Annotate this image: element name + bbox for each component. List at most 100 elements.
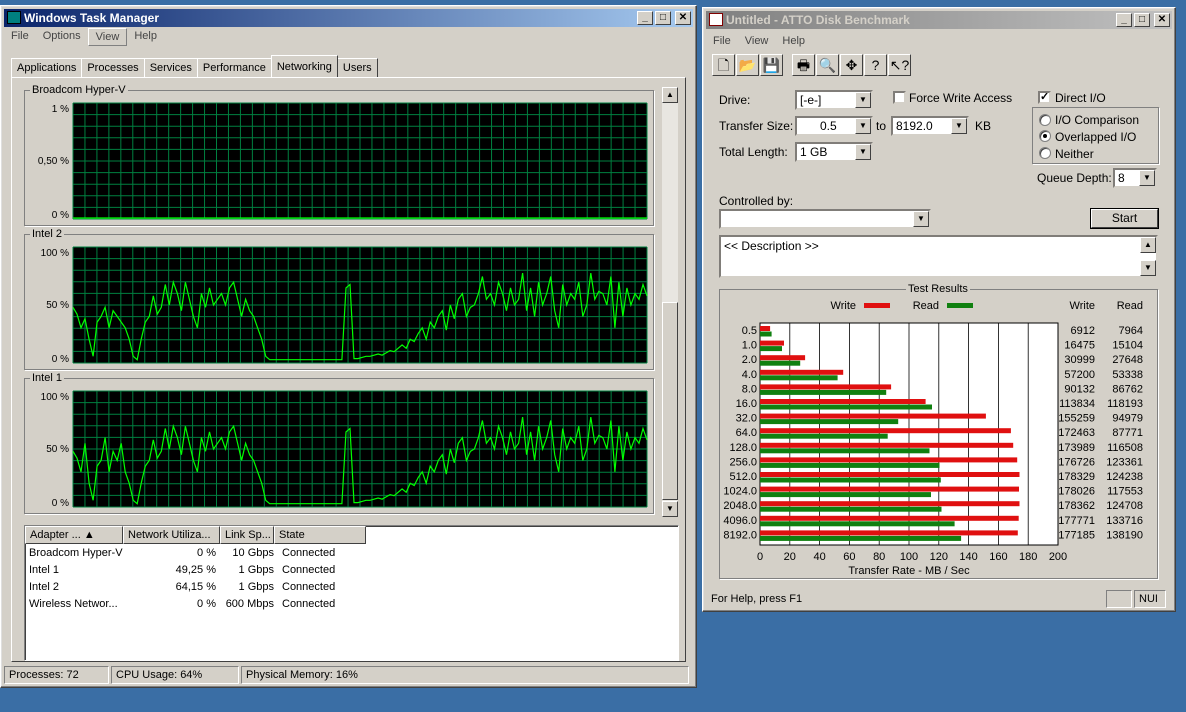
table-row[interactable]: Intel 1 49,25 % 1 Gbps Connected	[25, 561, 678, 578]
queue-depth-label: Queue Depth:	[1037, 171, 1112, 185]
column-link-speed[interactable]: Link Sp...	[220, 526, 274, 544]
force-write-checkbox[interactable]	[893, 91, 906, 104]
scroll-thumb[interactable]	[662, 302, 678, 500]
table-row[interactable]: Wireless Networ... 0 % 600 Mbps Connecte…	[25, 595, 678, 612]
graph-scrollbar[interactable]: ▲ ▼	[662, 87, 678, 517]
chevron-down-icon[interactable]: ▼	[855, 92, 871, 108]
write-value: 178329	[1058, 471, 1095, 483]
table-row[interactable]: Broadcom Hyper-V 0 % 10 Gbps Connected	[25, 544, 678, 561]
radio-neither[interactable]	[1039, 147, 1051, 159]
x-tick-label: 0	[757, 551, 763, 563]
graph-tick-label: 0 %	[52, 498, 69, 509]
controlled-by-select[interactable]: ▼	[719, 209, 931, 229]
context-help-icon[interactable]: ↖?	[888, 54, 911, 76]
chevron-down-icon[interactable]: ▼	[913, 211, 929, 227]
force-write-label[interactable]: Force Write Access	[909, 91, 1012, 105]
scroll-down-icon[interactable]: ▼	[1140, 260, 1156, 276]
minimize-icon[interactable]: _	[637, 11, 653, 25]
menu-view[interactable]: View	[87, 28, 128, 46]
queue-depth-select[interactable]: 8 ▼	[1113, 168, 1157, 188]
drive-select[interactable]: [-e-] ▼	[795, 90, 873, 110]
category-label: 32.0	[736, 413, 757, 425]
scroll-up-icon[interactable]: ▲	[1140, 237, 1156, 253]
tab-applications[interactable]: Applications	[11, 58, 83, 77]
transfer-size-from[interactable]: 0.5 ▼	[795, 116, 873, 136]
graph-label: Intel 2	[30, 228, 64, 240]
bar-read	[760, 331, 772, 337]
print-icon[interactable]: 🖶	[792, 54, 815, 76]
networking-panel: Broadcom Hyper-V 1 % 0,50 % 0 % Intel 2 10…	[11, 77, 686, 662]
queue-depth-value: 8	[1118, 171, 1125, 185]
chevron-down-icon[interactable]: ▼	[951, 118, 967, 134]
menu-help[interactable]: Help	[775, 33, 812, 51]
chevron-down-icon[interactable]: ▼	[855, 144, 871, 160]
bar-read	[760, 492, 931, 498]
menu-view[interactable]: View	[738, 33, 776, 51]
tab-users[interactable]: Users	[336, 58, 378, 77]
menu-options[interactable]: Options	[36, 28, 88, 46]
bar-read	[760, 419, 899, 425]
radio-io-comparison-label[interactable]: I/O Comparison	[1055, 113, 1139, 127]
graph-tick-label: 100 %	[41, 392, 69, 403]
radio-io-comparison[interactable]	[1039, 114, 1051, 126]
category-label: 64.0	[736, 427, 757, 439]
category-label: 8192.0	[723, 529, 757, 541]
column-utilization[interactable]: Network Utiliza...	[123, 526, 220, 544]
task-manager-title: Windows Task Manager	[24, 11, 160, 25]
cell-state: Connected	[282, 580, 336, 593]
minimize-icon[interactable]: _	[1116, 13, 1132, 27]
new-icon[interactable]: 🗋	[712, 54, 735, 76]
radio-overlapped-io-label[interactable]: Overlapped I/O	[1055, 130, 1136, 144]
description-box[interactable]: << Description >> ▲ ▼	[719, 235, 1158, 278]
save-icon[interactable]: 💾	[760, 54, 783, 76]
chevron-down-icon[interactable]: ▼	[855, 118, 871, 134]
radio-overlapped-io[interactable]	[1039, 130, 1051, 142]
radio-neither-label[interactable]: Neither	[1055, 147, 1094, 161]
cell-utilization: 0 %	[197, 546, 216, 559]
bar-write	[760, 515, 1019, 521]
tab-services[interactable]: Services	[143, 58, 198, 77]
menu-file[interactable]: File	[4, 28, 36, 46]
bar-write	[760, 486, 1019, 492]
column-state[interactable]: State	[274, 526, 366, 544]
start-button[interactable]: Start	[1091, 209, 1158, 228]
atto-titlebar[interactable]: Untitled - ATTO Disk Benchmark _ □ ✕	[706, 11, 1172, 29]
open-icon[interactable]: 📂	[736, 54, 759, 76]
column-adapter[interactable]: Adapter ... ▲	[25, 526, 123, 544]
close-icon[interactable]: ✕	[675, 11, 691, 25]
x-tick-label: 200	[1049, 551, 1067, 563]
graph-tick-label: 0 %	[52, 210, 69, 221]
help-icon[interactable]: ?	[864, 54, 887, 76]
category-label: 1.0	[742, 340, 757, 352]
adapter-list[interactable]: Adapter ... ▲ Network Utiliza... Link Sp…	[24, 525, 679, 661]
write-value: 178026	[1058, 486, 1095, 498]
maximize-icon[interactable]: □	[1134, 13, 1150, 27]
direct-io-checkbox[interactable]: ✓	[1038, 91, 1051, 104]
atto-menubar: File View Help	[706, 33, 812, 51]
bar-read	[760, 506, 942, 512]
read-value: 15104	[1112, 340, 1143, 352]
transfer-size-to[interactable]: 8192.0 ▼	[891, 116, 969, 136]
close-icon[interactable]: ✕	[1154, 13, 1170, 27]
scroll-down-icon[interactable]: ▼	[662, 501, 678, 517]
menu-file[interactable]: File	[706, 33, 738, 51]
task-manager-titlebar[interactable]: Windows Task Manager _ □ ✕	[4, 9, 693, 27]
tab-performance[interactable]: Performance	[196, 58, 272, 77]
direct-io-label[interactable]: Direct I/O	[1055, 91, 1106, 105]
total-length-select[interactable]: 1 GB ▼	[795, 142, 873, 162]
move-icon[interactable]: ✥	[840, 54, 863, 76]
chevron-down-icon[interactable]: ▼	[1139, 170, 1155, 186]
bar-read	[760, 521, 955, 527]
menu-help[interactable]: Help	[127, 28, 164, 46]
maximize-icon[interactable]: □	[655, 11, 671, 25]
tab-processes[interactable]: Processes	[81, 58, 145, 77]
tab-networking[interactable]: Networking	[270, 55, 338, 77]
print-preview-icon[interactable]: 🔍	[816, 54, 839, 76]
network-graph-intel2: 100 % 50 % 0 %	[41, 246, 648, 365]
table-row[interactable]: Intel 2 64,15 % 1 Gbps Connected	[25, 578, 678, 595]
x-tick-label: 140	[959, 551, 977, 563]
scroll-up-icon[interactable]: ▲	[662, 87, 678, 103]
to-label: to	[876, 119, 887, 133]
bar-read	[760, 375, 838, 381]
description-text: << Description >>	[724, 239, 819, 253]
